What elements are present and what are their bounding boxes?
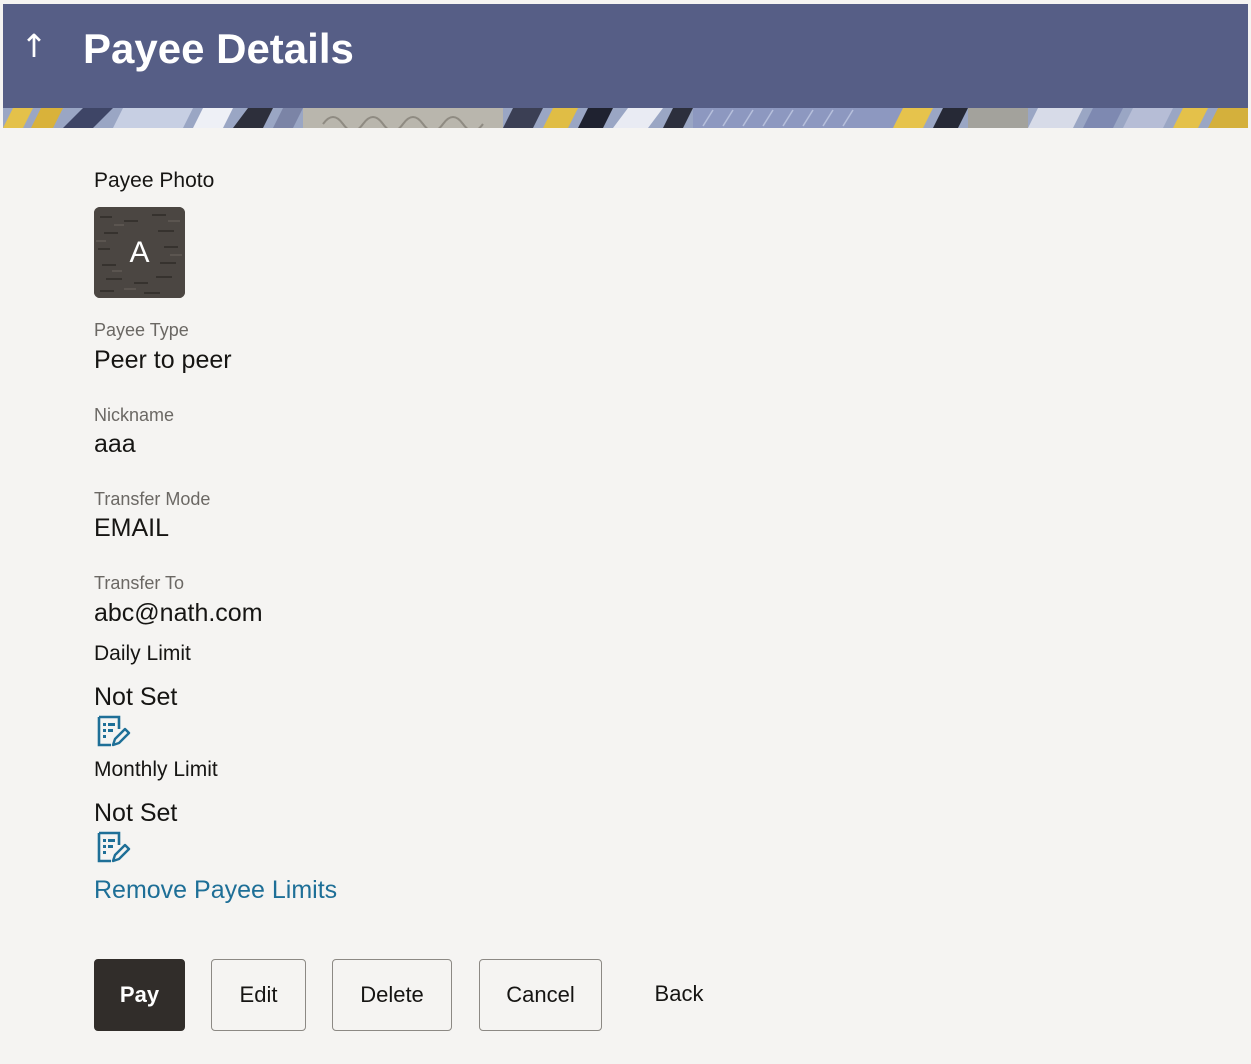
transfer-to-label: Transfer To — [94, 573, 185, 593]
payee-avatar[interactable]: A — [94, 207, 185, 298]
cancel-button[interactable]: Cancel — [479, 959, 602, 1031]
payee-photo-label: Payee Photo — [94, 169, 215, 192]
payee-type-value: Peer to peer — [94, 346, 232, 374]
decorative-header-band — [3, 108, 1248, 128]
payee-type-label: Payee Type — [94, 320, 189, 340]
edit-daily-limit-icon[interactable] — [95, 714, 131, 750]
delete-button[interactable]: Delete — [332, 959, 452, 1031]
pay-button[interactable]: Pay — [94, 959, 185, 1031]
monthly-limit-label: Monthly Limit — [94, 758, 218, 781]
nickname-label: Nickname — [94, 405, 175, 425]
daily-limit-label: Daily Limit — [94, 642, 191, 665]
edit-monthly-limit-icon[interactable] — [95, 830, 131, 866]
page-header: ↑ Payee Details — [3, 4, 1248, 128]
arrow-up-icon[interactable]: ↑ — [19, 26, 49, 66]
remove-payee-limits-link[interactable]: Remove Payee Limits — [94, 875, 337, 905]
transfer-mode-label: Transfer Mode — [94, 489, 211, 509]
monthly-limit-value: Not Set — [94, 799, 178, 827]
transfer-to-value: abc@nath.com — [94, 599, 263, 627]
transfer-mode-value: EMAIL — [94, 514, 170, 542]
daily-limit-value: Not Set — [94, 683, 178, 711]
page-title: Payee Details — [83, 25, 354, 72]
nickname-value: aaa — [94, 430, 136, 458]
back-button[interactable]: Back — [633, 959, 725, 1031]
page-frame: ↑ Payee Details Payee Photo A Payee Type… — [3, 4, 1248, 1064]
edit-button[interactable]: Edit — [211, 959, 306, 1031]
header-bar: ↑ Payee Details — [3, 4, 1248, 108]
avatar-initial: A — [129, 236, 150, 269]
